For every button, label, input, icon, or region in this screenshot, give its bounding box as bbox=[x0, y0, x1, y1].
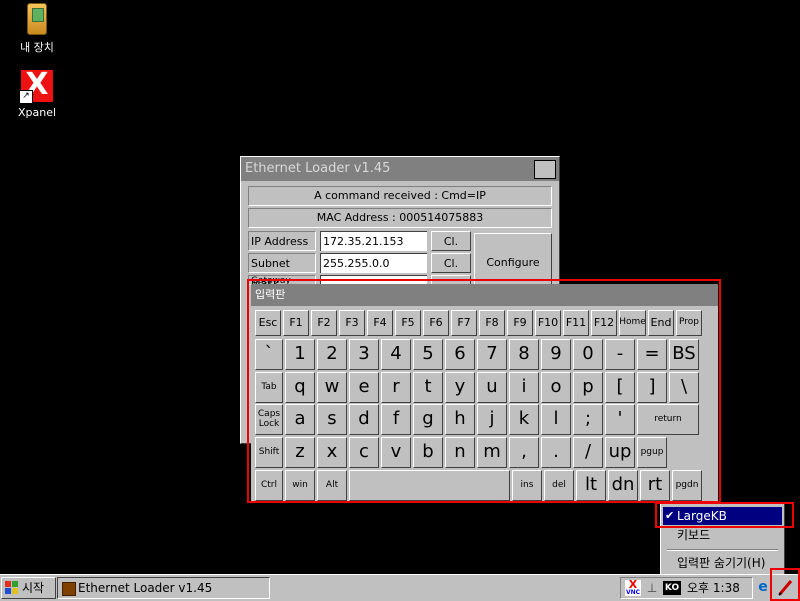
xpanel-vnc-tray-icon[interactable]: X VNC bbox=[625, 579, 641, 596]
menu-item-hide-input-panel[interactable]: 입력판 숨기기(H) bbox=[663, 554, 782, 572]
menu-separator bbox=[667, 549, 778, 551]
menu-item-keyboard[interactable]: 키보드 bbox=[663, 526, 782, 544]
menu-highlight bbox=[655, 502, 794, 528]
ime-indicator[interactable]: KO bbox=[663, 581, 681, 595]
desktop-icon-my-device[interactable]: 내 장치 bbox=[2, 3, 72, 55]
status-message: A command received : Cmd=IP bbox=[248, 186, 552, 206]
desktop-icon-label: 내 장치 bbox=[20, 41, 54, 54]
subnet-mask-field[interactable]: 255.255.0.0 bbox=[320, 253, 427, 273]
internet-explorer-icon[interactable]: e bbox=[755, 579, 771, 595]
clear-subnet-button[interactable]: Cl. bbox=[431, 253, 471, 273]
windows-flag-icon bbox=[5, 581, 19, 595]
taskbar: 시작 Ethernet Loader v1.45 X VNC ⊥ KO 오후 1:… bbox=[0, 574, 800, 601]
network-icon[interactable]: ⊥ bbox=[644, 580, 660, 596]
pen-icon-highlight bbox=[770, 568, 800, 601]
app-icon bbox=[62, 582, 76, 596]
pda-device-icon bbox=[27, 3, 47, 35]
mac-address-display: MAC Address : 000514075883 bbox=[248, 208, 552, 228]
taskbar-button-ethernet-loader[interactable]: Ethernet Loader v1.45 bbox=[57, 577, 270, 599]
clear-ip-button[interactable]: Cl. bbox=[431, 231, 471, 251]
ok-button[interactable]: OK bbox=[534, 160, 556, 179]
window-title-bar[interactable]: Ethernet Loader v1.45 OK bbox=[241, 157, 559, 181]
input-panel-highlight bbox=[247, 279, 721, 503]
window-title: Ethernet Loader v1.45 bbox=[245, 161, 391, 176]
subnet-mask-label: Subnet Mask bbox=[248, 253, 316, 290]
xpanel-shortcut-icon: X ↗ bbox=[19, 68, 53, 104]
task-label: Ethernet Loader v1.45 bbox=[78, 581, 213, 595]
ip-address-field[interactable]: 172.35.21.153 bbox=[320, 231, 427, 251]
ip-address-label: IP Address bbox=[248, 231, 316, 251]
start-button[interactable]: 시작 bbox=[1, 577, 56, 599]
desktop-icon-xpanel[interactable]: X ↗ Xpanel bbox=[2, 68, 72, 120]
desktop-icon-label: Xpanel bbox=[17, 106, 57, 119]
clock[interactable]: 오후 1:38 bbox=[687, 578, 740, 598]
start-label: 시작 bbox=[22, 581, 45, 595]
vnc-tray-label: VNC bbox=[625, 589, 641, 596]
system-tray: X VNC ⊥ KO 오후 1:38 bbox=[620, 577, 753, 599]
